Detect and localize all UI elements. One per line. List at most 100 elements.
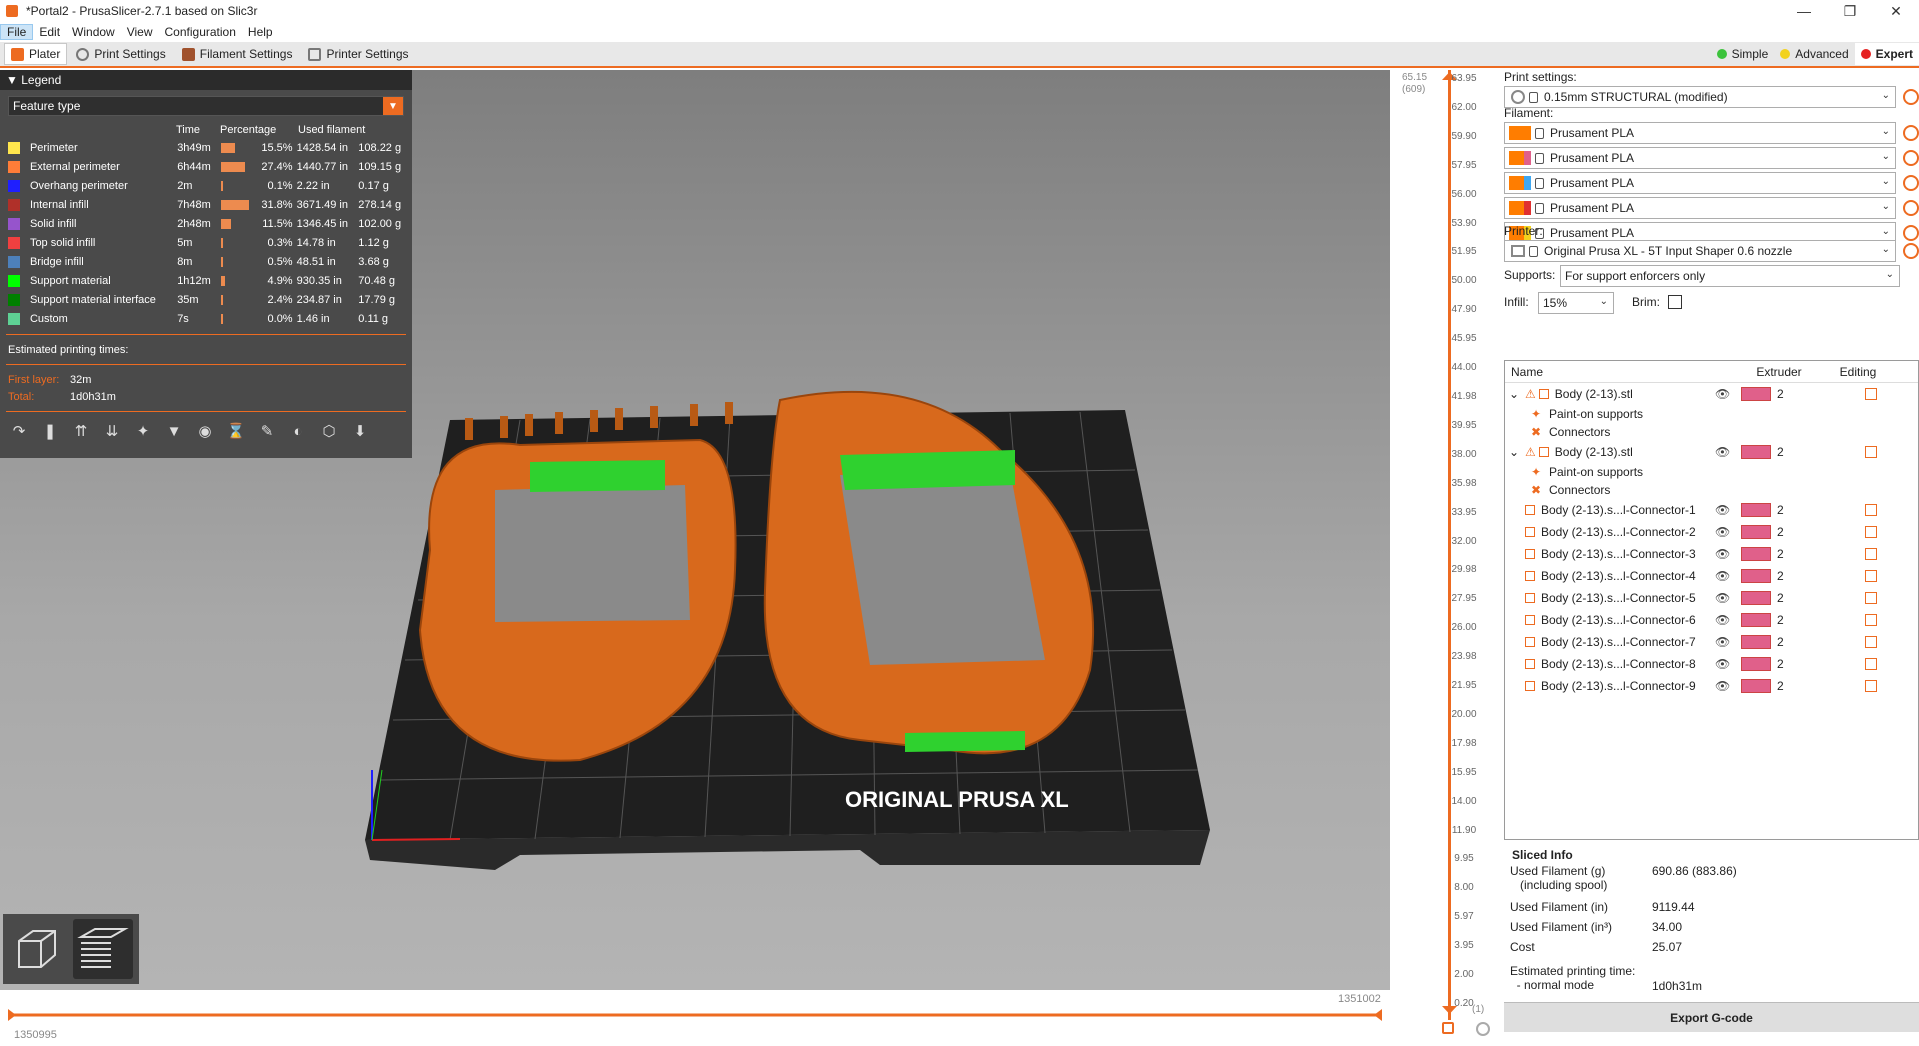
brim-checkbox[interactable] [1668, 295, 1682, 309]
cog-icon[interactable] [1476, 1022, 1490, 1036]
extruder-color-swatch[interactable] [1741, 635, 1771, 649]
edit-icon[interactable] [1865, 680, 1877, 692]
maximize-icon[interactable]: ❐ [1827, 0, 1873, 22]
object-subitem[interactable]: ✦ Paint-on supports [1505, 463, 1918, 481]
print-settings-edit-icon[interactable] [1903, 89, 1919, 105]
eye-icon[interactable]: 👁 [1715, 569, 1730, 583]
legend-row[interactable]: Solid infill 2h48m 11.5% 1346.45 in 102.… [0, 214, 412, 233]
eye-icon[interactable]: 👁 [1715, 679, 1730, 693]
object-row[interactable]: Body (2-13).s...l-Connector-5 👁 2 [1505, 587, 1918, 609]
legend-row[interactable]: External perimeter 6h44m 27.4% 1440.77 i… [0, 157, 412, 176]
retractions-icon[interactable]: ⇈ [70, 420, 92, 442]
menu-edit[interactable]: Edit [33, 25, 66, 39]
edit-icon[interactable] [1865, 614, 1877, 626]
mode-advanced[interactable]: Advanced [1774, 43, 1854, 65]
filament-edit-icon[interactable] [1903, 175, 1919, 191]
menu-configuration[interactable]: Configuration [159, 25, 242, 39]
export-gcode-button[interactable]: Export G-code [1504, 1002, 1919, 1032]
object-row[interactable]: Body (2-13).s...l-Connector-6 👁 2 [1505, 609, 1918, 631]
object-row[interactable]: ⌄ ⚠ Body (2-13).stl 👁 2 [1505, 441, 1918, 463]
filament-edit-icon[interactable] [1903, 125, 1919, 141]
legend-row[interactable]: Support material 1h12m 4.9% 930.35 in 70… [0, 271, 412, 290]
legend-row[interactable]: Bridge infill 8m 0.5% 48.51 in 3.68 g [0, 252, 412, 271]
legend-header[interactable]: ▼ Legend [0, 70, 412, 90]
eye-icon[interactable]: 👁 [1715, 445, 1730, 459]
object-row[interactable]: Body (2-13).s...l-Connector-4 👁 2 [1505, 565, 1918, 587]
eye-icon[interactable]: 👁 [1715, 547, 1730, 561]
filament-combo-2[interactable]: Prusament PLA ⌄ [1504, 147, 1896, 169]
tab-print-settings[interactable]: Print Settings [69, 43, 172, 65]
menu-help[interactable]: Help [242, 25, 279, 39]
deretractions-icon[interactable]: ⇊ [101, 420, 123, 442]
filament-edit-icon[interactable] [1903, 150, 1919, 166]
object-subitem[interactable]: ✦ Paint-on supports [1505, 405, 1918, 423]
object-row[interactable]: ⌄ ⚠ Body (2-13).stl 👁 2 [1505, 383, 1918, 405]
extruder-color-swatch[interactable] [1741, 387, 1771, 401]
hslider-left-thumb[interactable] [8, 1009, 16, 1021]
custom-gcode-icon[interactable]: ✎ [256, 420, 278, 442]
tab-filament-settings[interactable]: Filament Settings [175, 43, 300, 65]
filament-edit-icon[interactable] [1903, 200, 1919, 216]
edit-icon[interactable] [1865, 548, 1877, 560]
menu-file[interactable]: File [0, 24, 34, 40]
eye-icon[interactable]: 👁 [1715, 591, 1730, 605]
layer-slider[interactable]: 65.15 (609) 63.95 62.00 59.90 57.95 56.00 53.… [1392, 70, 1492, 1040]
menu-window[interactable]: Window [66, 25, 121, 39]
edit-icon[interactable] [1865, 636, 1877, 648]
center-of-gravity-icon[interactable]: ◐ [287, 420, 309, 442]
filament-combo-4[interactable]: Prusament PLA ⌄ [1504, 197, 1896, 219]
legend-row[interactable]: Support material interface 35m 2.4% 234.… [0, 290, 412, 309]
legend-row[interactable]: Overhang perimeter 2m 0.1% 2.22 in 0.17 … [0, 176, 412, 195]
legend-row[interactable]: Internal infill 7h48m 31.8% 3671.49 in 2… [0, 195, 412, 214]
edit-icon[interactable] [1865, 446, 1877, 458]
extruder-color-swatch[interactable] [1741, 503, 1771, 517]
legend-row[interactable]: Custom 7s 0.0% 1.46 in 0.11 g [0, 309, 412, 328]
tool-marker-icon[interactable]: ⬇ [349, 420, 371, 442]
extruder-color-swatch[interactable] [1741, 679, 1771, 693]
object-row[interactable]: Body (2-13).s...l-Connector-2 👁 2 [1505, 521, 1918, 543]
object-row[interactable]: Body (2-13).s...l-Connector-9 👁 2 [1505, 675, 1918, 697]
tab-plater[interactable]: Plater [4, 43, 68, 65]
lock-icon[interactable] [1442, 1022, 1454, 1034]
horizontal-move-slider[interactable]: 1351002 1350995 [0, 990, 1390, 1043]
eye-icon[interactable]: 👁 [1715, 657, 1730, 671]
edit-icon[interactable] [1865, 388, 1877, 400]
3d-view-cube-icon[interactable] [7, 919, 67, 979]
tab-printer-settings[interactable]: Printer Settings [301, 43, 415, 65]
eye-icon[interactable]: 👁 [1715, 525, 1730, 539]
edit-icon[interactable] [1865, 504, 1877, 516]
seams-icon[interactable]: ✦ [132, 420, 154, 442]
edit-icon[interactable] [1865, 570, 1877, 582]
wipe-icon[interactable]: ❚ [39, 420, 61, 442]
extruder-color-swatch[interactable] [1741, 613, 1771, 627]
tool-changes-icon[interactable]: ▼ [163, 420, 185, 442]
extruder-color-swatch[interactable] [1741, 569, 1771, 583]
expand-chevron-icon[interactable]: ⌄ [1509, 445, 1521, 459]
object-subitem[interactable]: ✖ Connectors [1505, 481, 1918, 499]
shells-icon[interactable]: ⬡ [318, 420, 340, 442]
legend-row[interactable]: Top solid infill 5m 0.3% 14.78 in 1.12 g [0, 233, 412, 252]
print-settings-combo[interactable]: 0.15mm STRUCTURAL (modified) ⌄ [1504, 86, 1896, 108]
eye-icon[interactable]: 👁 [1715, 503, 1730, 517]
edit-icon[interactable] [1865, 658, 1877, 670]
filament-combo-1[interactable]: Prusament PLA ⌄ [1504, 122, 1896, 144]
minimize-icon[interactable]: — [1781, 0, 1827, 22]
object-row[interactable]: Body (2-13).s...l-Connector-1 👁 2 [1505, 499, 1918, 521]
legend-view-type-select[interactable]: Feature type ▼ [8, 96, 404, 116]
extruder-color-swatch[interactable] [1741, 445, 1771, 459]
object-row[interactable]: Body (2-13).s...l-Connector-3 👁 2 [1505, 543, 1918, 565]
mode-expert[interactable]: Expert [1854, 43, 1919, 65]
eye-icon[interactable]: 👁 [1715, 387, 1730, 401]
filament-combo-3[interactable]: Prusament PLA ⌄ [1504, 172, 1896, 194]
filament-edit-icon[interactable] [1903, 225, 1919, 241]
edit-icon[interactable] [1865, 526, 1877, 538]
extruder-color-swatch[interactable] [1741, 547, 1771, 561]
extruder-color-swatch[interactable] [1741, 525, 1771, 539]
extruder-color-swatch[interactable] [1741, 657, 1771, 671]
close-icon[interactable]: ✕ [1873, 0, 1919, 22]
printer-combo[interactable]: Original Prusa XL - 5T Input Shaper 0.6 … [1504, 240, 1896, 262]
hslider-right-thumb[interactable] [1374, 1009, 1382, 1021]
extruder-color-swatch[interactable] [1741, 591, 1771, 605]
eye-icon[interactable]: 👁 [1715, 613, 1730, 627]
object-subitem[interactable]: ✖ Connectors [1505, 423, 1918, 441]
